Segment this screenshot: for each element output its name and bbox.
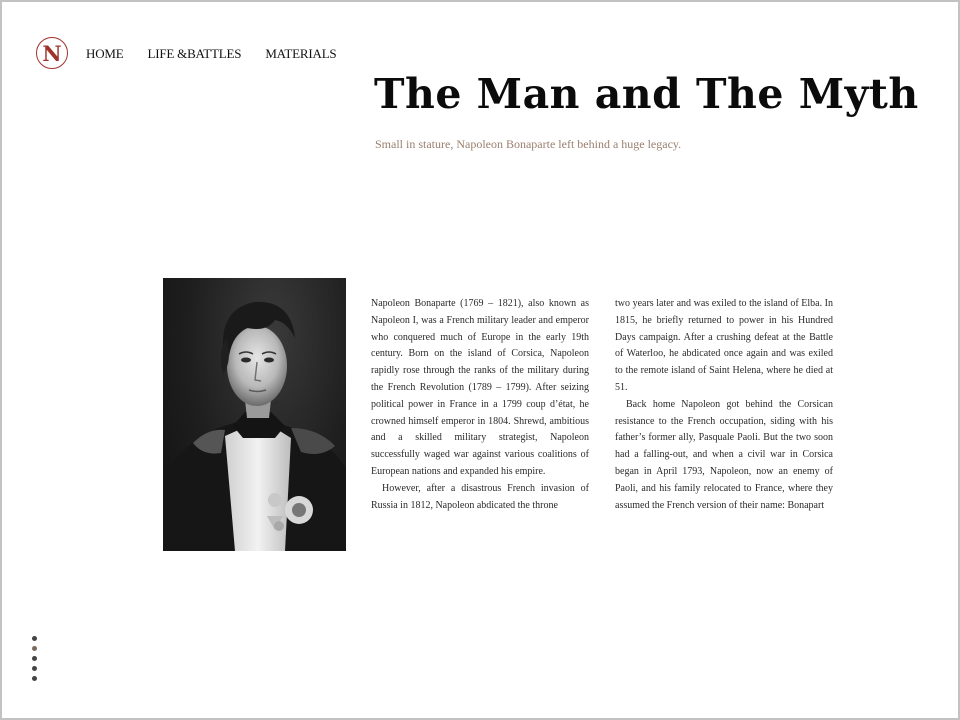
- slide-pager: [32, 636, 37, 681]
- page-frame: N HOME LIFE &BATTLES MATERIALS The Man a…: [0, 0, 960, 720]
- article-paragraph: Back home Napoleon got behind the Corsic…: [615, 398, 833, 511]
- nav-item-materials[interactable]: MATERIALS: [265, 46, 336, 62]
- logo-letter: N: [42, 40, 62, 66]
- nav-item-life-battles[interactable]: LIFE &BATTLES: [147, 46, 241, 62]
- article-column-2: two years later and was exiled to the is…: [615, 296, 833, 514]
- page-subtitle: Small in stature, Napoleon Bonaparte lef…: [375, 137, 682, 151]
- article-paragraph: However, after a disastrous French invas…: [371, 482, 589, 511]
- pager-dot[interactable]: [32, 666, 37, 671]
- pager-dot[interactable]: [32, 656, 37, 661]
- pager-dot[interactable]: [32, 676, 37, 681]
- article-paragraph: Napoleon Bonaparte (1769 – 1821), also k…: [371, 298, 589, 477]
- napoleon-portrait: [163, 278, 346, 551]
- pager-dot[interactable]: [32, 646, 37, 651]
- nav-item-home[interactable]: HOME: [86, 46, 124, 62]
- logo[interactable]: N: [36, 37, 68, 69]
- main-nav: HOME LIFE &BATTLES MATERIALS: [86, 46, 337, 62]
- pager-dot[interactable]: [32, 636, 37, 641]
- article-paragraph: two years later and was exiled to the is…: [615, 298, 833, 393]
- page-title: The Man and The Myth: [374, 70, 919, 118]
- article-column-1: Napoleon Bonaparte (1769 – 1821), also k…: [371, 296, 589, 514]
